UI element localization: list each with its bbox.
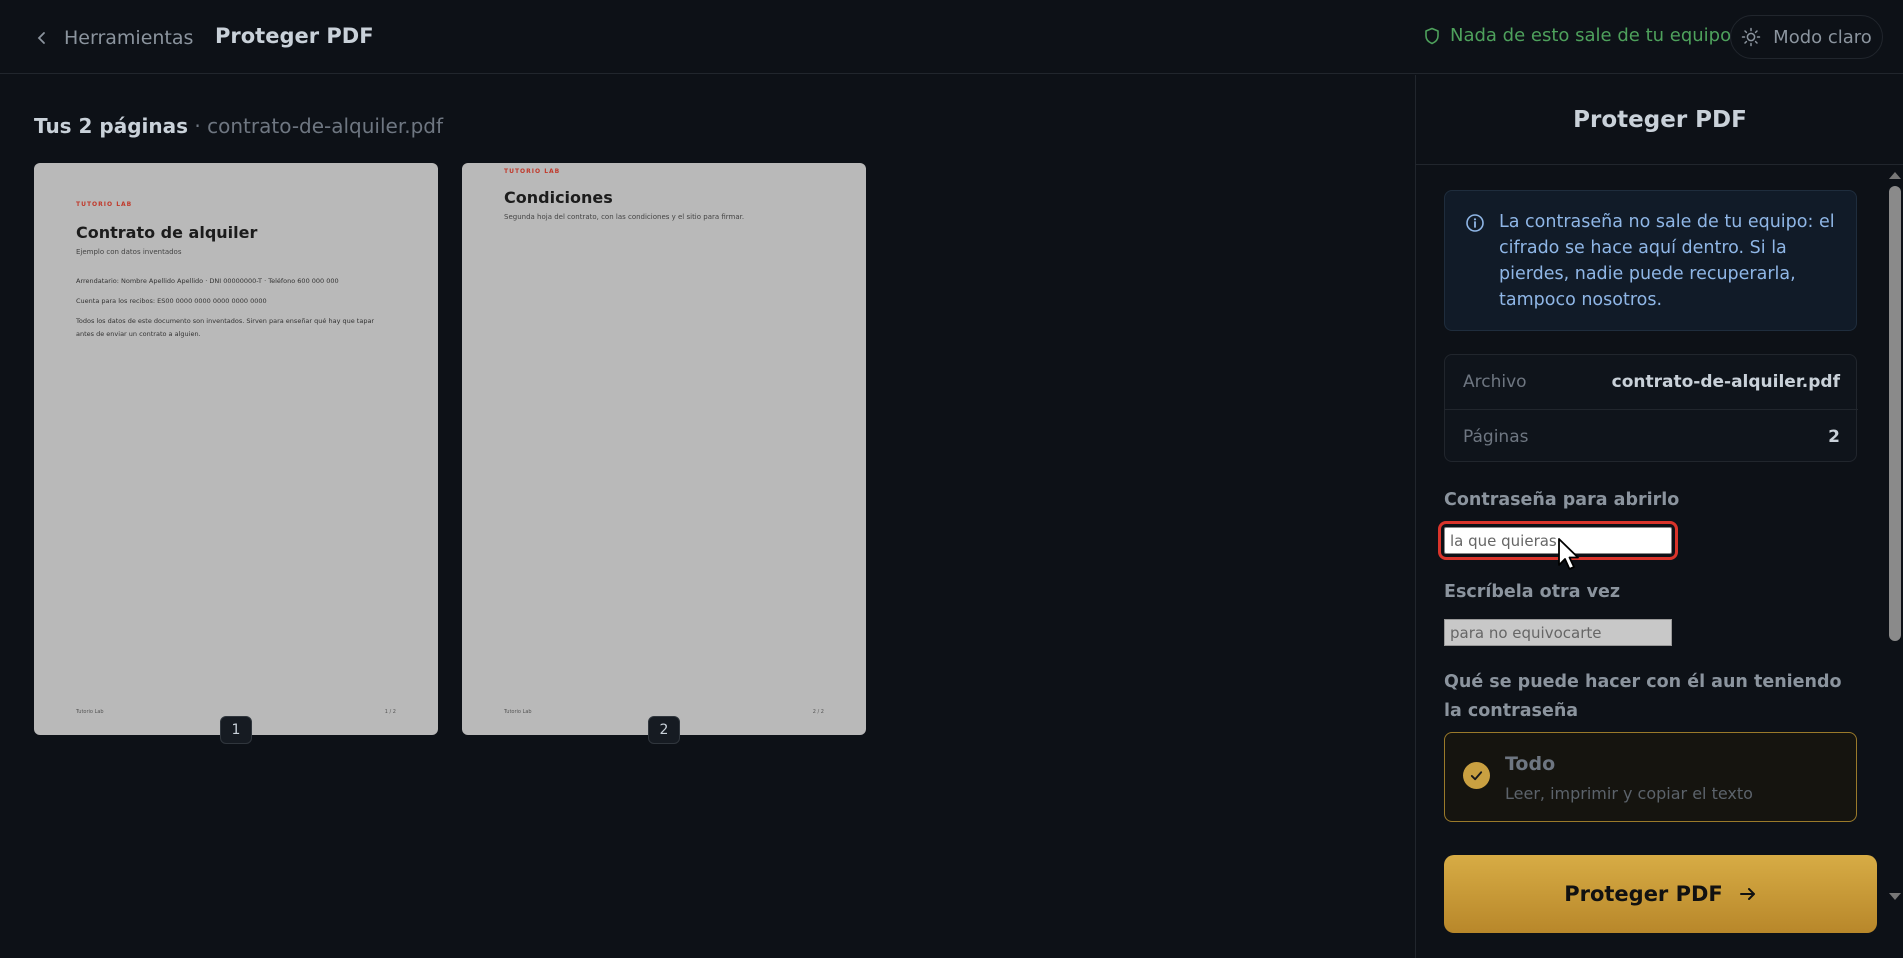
protect-panel: Proteger PDF La contraseña no sale de tu… bbox=[1415, 75, 1903, 958]
doc-footer-left: Tutorio Lab bbox=[504, 709, 532, 715]
permissions-label: Qué se puede hacer con él aun teniendo l… bbox=[1444, 672, 1842, 721]
privacy-note: Nada de esto sale de tu equipo bbox=[1424, 25, 1731, 46]
meta-value: 2 bbox=[1828, 426, 1840, 447]
back-label: Herramientas bbox=[64, 27, 194, 49]
shield-icon bbox=[1425, 27, 1439, 44]
meta-row-pages: Páginas 2 bbox=[1445, 409, 1858, 463]
confirm-password-label: Escríbela otra vez bbox=[1444, 582, 1621, 602]
check-icon bbox=[1463, 762, 1490, 789]
doc-line: Todos los datos de este documento son in… bbox=[76, 317, 375, 338]
doc-footer-right: 1 / 2 bbox=[384, 709, 396, 715]
meta-key: Páginas bbox=[1463, 426, 1529, 447]
info-text: La contraseña no sale de tu equipo: el c… bbox=[1499, 212, 1835, 310]
scroll-down-arrow[interactable] bbox=[1889, 893, 1901, 900]
panel-title: Proteger PDF bbox=[1416, 75, 1903, 165]
doc-brand: TUTORIO LAB bbox=[76, 201, 133, 208]
permission-subtitle: Leer, imprimir y copiar el texto bbox=[1505, 784, 1753, 803]
mode-label: Modo claro bbox=[1773, 26, 1872, 48]
header-title: Proteger PDF bbox=[215, 24, 374, 48]
doc-brand: TUTORIO LAB bbox=[504, 168, 561, 175]
meta-key: Archivo bbox=[1463, 372, 1527, 392]
password-label: Contraseña para abrirlo bbox=[1444, 490, 1680, 510]
info-notice: La contraseña no sale de tu equipo: el c… bbox=[1444, 190, 1857, 331]
panel-scrollbar[interactable] bbox=[1885, 166, 1903, 906]
pages-filename: · contrato-de-alquiler.pdf bbox=[188, 114, 444, 138]
doc-line: Cuenta para los recibos: ES00 0000 0000 … bbox=[76, 297, 267, 305]
info-icon bbox=[1466, 214, 1484, 232]
light-mode-toggle[interactable]: Modo claro bbox=[1730, 15, 1883, 59]
permission-option-all[interactable]: Todo Leer, imprimir y copiar el texto bbox=[1444, 732, 1857, 822]
doc-title: Condiciones bbox=[504, 188, 613, 207]
scroll-up-arrow[interactable] bbox=[1889, 172, 1901, 179]
protect-pdf-button[interactable]: Proteger PDF bbox=[1444, 855, 1877, 933]
pages-count: Tus 2 páginas bbox=[34, 114, 189, 138]
meta-value: contrato-de-alquiler.pdf bbox=[1611, 372, 1840, 392]
meta-row-file: Archivo contrato-de-alquiler.pdf bbox=[1445, 355, 1858, 409]
doc-subtitle: Ejemplo con datos inventados bbox=[76, 248, 182, 256]
permission-title: Todo bbox=[1505, 753, 1556, 775]
password-input[interactable] bbox=[1438, 521, 1678, 560]
protect-button-label: Proteger PDF bbox=[1564, 882, 1723, 906]
page-thumbnail-1[interactable]: TUTORIO LAB Contrato de alquiler Ejemplo… bbox=[34, 163, 438, 735]
panel-scroll-area[interactable]: La contraseña no sale de tu equipo: el c… bbox=[1416, 166, 1903, 906]
page-number-badge: 2 bbox=[648, 716, 680, 744]
arrow-right-icon bbox=[1739, 888, 1755, 900]
back-to-tools-link[interactable]: Herramientas bbox=[34, 22, 193, 54]
doc-line: Arrendatario: Nombre Apellido Apellido ·… bbox=[76, 277, 339, 285]
page-number-badge: 1 bbox=[220, 716, 252, 744]
chevron-left-icon bbox=[37, 32, 45, 44]
doc-footer-left: Tutorio Lab bbox=[76, 709, 104, 715]
doc-title: Contrato de alquiler bbox=[76, 223, 258, 242]
sun-icon bbox=[1741, 27, 1761, 47]
doc-subtitle: Segunda hoja del contrato, con las condi… bbox=[504, 213, 745, 221]
pages-heading: Tus 2 páginas · contrato-de-alquiler.pdf bbox=[34, 114, 443, 138]
page-thumbnail-2[interactable]: TUTORIO LAB Condiciones Segunda hoja del… bbox=[462, 163, 866, 735]
confirm-password-input[interactable] bbox=[1444, 619, 1672, 646]
privacy-text: Nada de esto sale de tu equipo bbox=[1450, 25, 1732, 46]
top-bar: Herramientas Proteger PDF Nada de esto s… bbox=[0, 0, 1903, 74]
file-meta: Archivo contrato-de-alquiler.pdf Páginas… bbox=[1444, 354, 1858, 463]
doc-footer-right: 2 / 2 bbox=[812, 709, 824, 715]
scroll-thumb[interactable] bbox=[1889, 186, 1901, 641]
